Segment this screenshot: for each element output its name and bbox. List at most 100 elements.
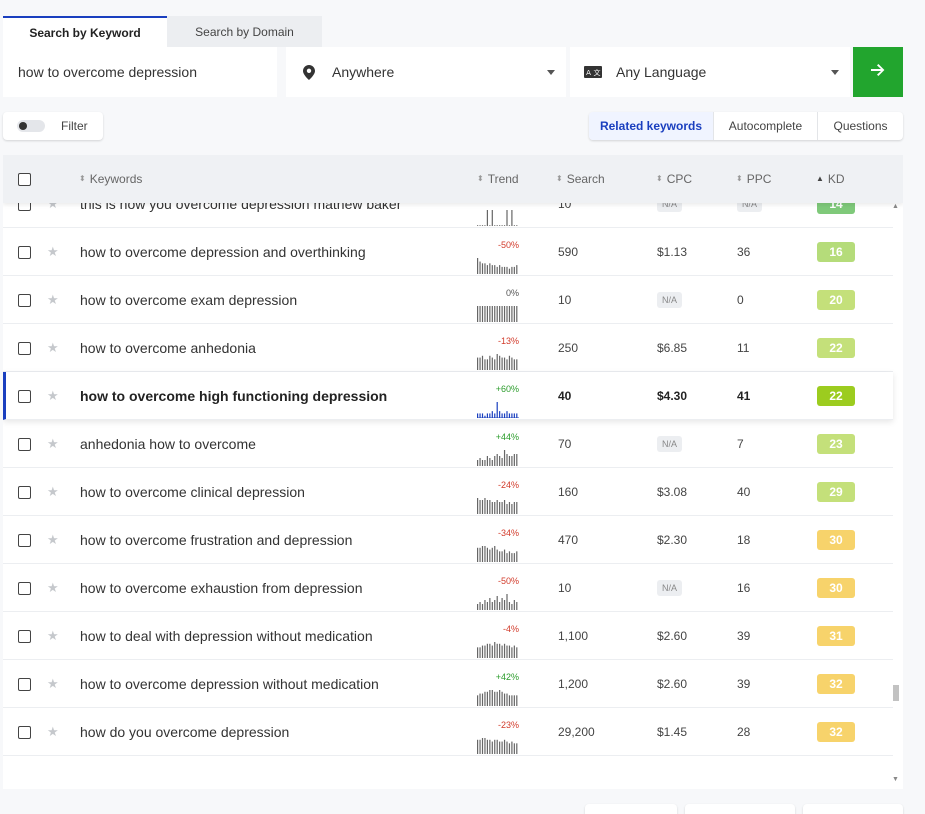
trend-bar	[486, 413, 488, 418]
trend-sparkline: +42%	[477, 660, 519, 708]
star-icon[interactable]: ★	[47, 324, 59, 372]
keyword-input[interactable]: how to overcome depression	[3, 47, 277, 97]
star-icon[interactable]: ★	[47, 276, 59, 324]
star-icon[interactable]: ★	[47, 468, 59, 516]
star-icon[interactable]: ★	[47, 228, 59, 276]
tab-search-by-keyword[interactable]: Search by Keyword	[3, 16, 167, 47]
related-keywords-button[interactable]: Related keywords	[589, 112, 713, 140]
select-all-checkbox[interactable]	[18, 155, 31, 203]
keyword-text[interactable]: how to overcome anhedonia	[80, 340, 256, 356]
row-checkbox[interactable]	[18, 516, 31, 564]
star-icon[interactable]: ★	[47, 612, 59, 660]
keyword-text[interactable]: how to overcome exhaustion from depressi…	[80, 580, 362, 596]
star-icon[interactable]: ★	[47, 372, 59, 420]
table-row[interactable]: ★ anhedonia how to overcome +44% 70 N/A 7 23	[3, 420, 893, 468]
star-icon[interactable]: ★	[47, 660, 59, 708]
row-checkbox[interactable]	[18, 324, 31, 372]
column-header-kd[interactable]: ▲ KD	[816, 155, 845, 203]
kd-badge: 30	[817, 578, 855, 598]
row-checkbox[interactable]	[18, 612, 31, 660]
row-checkbox[interactable]	[18, 420, 31, 468]
ppc-value: 40	[737, 485, 751, 499]
trend-bar	[479, 306, 481, 322]
footer-button[interactable]	[585, 804, 677, 814]
column-header-cpc[interactable]: ⬍ CPC	[656, 155, 692, 203]
trend-bar	[513, 553, 515, 562]
row-checkbox[interactable]	[18, 228, 31, 276]
language-select[interactable]: A文 Any Language	[570, 47, 850, 97]
keyword-text[interactable]: how to overcome high functioning depress…	[80, 388, 387, 404]
row-checkbox[interactable]	[18, 708, 31, 756]
table-row[interactable]: ★ how do you overcome depression -23% 29,20…	[3, 708, 893, 756]
trend-bar	[499, 411, 501, 418]
scroll-down-icon[interactable]: ▼	[892, 776, 899, 783]
column-header-search[interactable]: ⬍ Search	[556, 155, 605, 203]
trend-bar	[494, 306, 496, 322]
questions-button[interactable]: Questions	[817, 112, 903, 140]
search-submit-button[interactable]	[853, 47, 903, 97]
trend-bar	[494, 456, 496, 466]
table-row[interactable]: ★ how to overcome anhedonia -13% 250 $6.85 11…	[3, 324, 893, 372]
kd-badge: 22	[817, 386, 855, 406]
keyword-text[interactable]: how to overcome depression without medic…	[80, 676, 379, 692]
column-header-trend[interactable]: ⬍ Trend	[477, 155, 519, 203]
trend-bar	[479, 225, 481, 226]
row-checkbox[interactable]	[18, 564, 31, 612]
trend-bar	[481, 500, 484, 514]
star-icon[interactable]: ★	[47, 564, 59, 612]
trend-percent: -13%	[497, 336, 519, 346]
cpc-na-badge: N/A	[657, 580, 683, 596]
keyword-text[interactable]: how to overcome exam depression	[80, 292, 297, 308]
cpc-value: $1.13	[657, 245, 688, 259]
trend-bar	[486, 265, 488, 274]
keywords-table: ★ this is how you overcome depression mat…	[3, 155, 903, 789]
table-row[interactable]: ★ how to overcome frustration and depress…	[3, 516, 893, 564]
footer-button[interactable]	[803, 804, 903, 814]
row-checkbox[interactable]	[18, 372, 31, 420]
row-checkbox[interactable]	[18, 660, 31, 708]
table-row[interactable]: ★ how to overcome exam depression 0% 10 N/A 0…	[3, 276, 893, 324]
trend-bar	[489, 598, 491, 610]
star-icon[interactable]: ★	[47, 708, 59, 756]
keyword-text[interactable]: how to overcome frustration and depressi…	[80, 532, 352, 548]
trend-bar	[501, 551, 503, 562]
column-header-ppc[interactable]: ⬍ PPC	[736, 155, 771, 203]
keyword-text[interactable]: how to overcome clinical depression	[80, 484, 305, 500]
footer-button[interactable]	[685, 804, 795, 814]
filter-toggle-switch[interactable]	[17, 120, 45, 132]
autocomplete-button[interactable]: Autocomplete	[713, 112, 817, 140]
scroll-up-icon[interactable]: ▲	[892, 203, 899, 210]
keyword-text[interactable]: how to overcome depression and overthink…	[80, 244, 366, 260]
trend-bar	[503, 600, 506, 610]
trend-bar	[501, 266, 503, 274]
location-select[interactable]: Anywhere	[286, 47, 566, 97]
search-volume: 160	[558, 485, 579, 499]
column-header-keywords[interactable]: ⬍ Keywords	[79, 155, 142, 203]
keyword-text[interactable]: how do you overcome depression	[80, 724, 289, 740]
keyword-text[interactable]: anhedonia how to overcome	[80, 436, 256, 452]
star-icon[interactable]: ★	[47, 516, 59, 564]
table-row[interactable]: ★ how to overcome exhaustion from depress…	[3, 564, 893, 612]
trend-percent: -34%	[497, 528, 519, 538]
trend-bar	[484, 645, 486, 658]
map-pin-icon	[286, 64, 332, 80]
row-checkbox[interactable]	[18, 276, 31, 324]
table-row[interactable]: ★ how to overcome depression without medi…	[3, 660, 893, 708]
table-row[interactable]: ★ how to overcome high functioning depres…	[3, 372, 893, 420]
trend-bar	[484, 498, 486, 514]
tab-search-by-domain[interactable]: Search by Domain	[167, 16, 322, 47]
star-icon[interactable]: ★	[47, 420, 59, 468]
table-row[interactable]: ★ how to overcome depression and overthin…	[3, 228, 893, 276]
table-row[interactable]: ★ how to overcome clinical depression -24%…	[3, 468, 893, 516]
filter-toggle-button[interactable]: Filter	[3, 112, 103, 140]
table-row[interactable]: ★ how to deal with depression without med…	[3, 612, 893, 660]
trend-bar	[513, 600, 515, 610]
trend-bar	[484, 460, 486, 466]
table-scrollbar[interactable]: ▲ ▼	[892, 203, 900, 789]
trend-bar	[501, 598, 503, 610]
scrollbar-thumb[interactable]	[893, 685, 899, 701]
row-checkbox[interactable]	[18, 468, 31, 516]
trend-sparkline: 0%	[477, 276, 519, 324]
trend-bar	[508, 502, 511, 514]
keyword-text[interactable]: how to deal with depression without medi…	[80, 628, 373, 644]
